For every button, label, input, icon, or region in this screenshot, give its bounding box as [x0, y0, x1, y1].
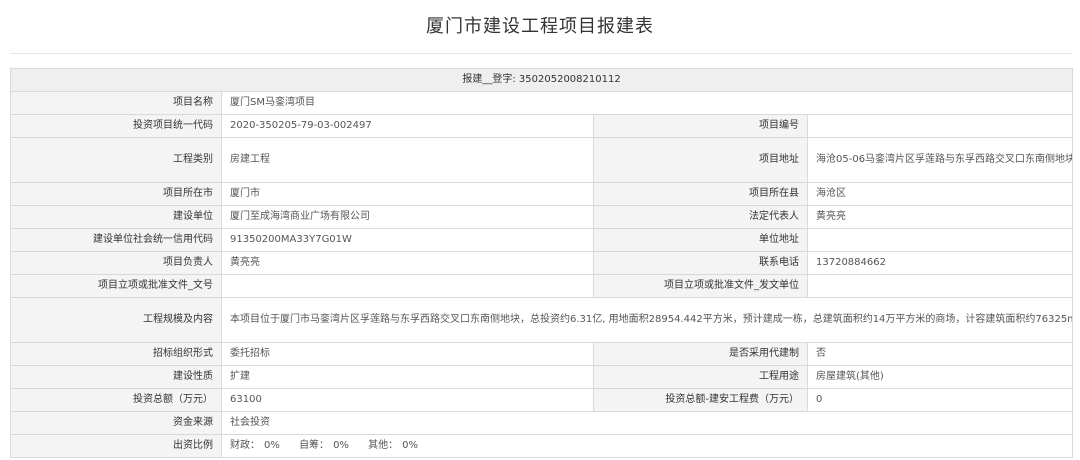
- fund-source-value: 社会投资: [220, 411, 1074, 435]
- install-cost-label: 投资总额-建安工程费（万元）: [593, 388, 808, 412]
- manager-value: 黄亮亮: [221, 251, 594, 275]
- total-invest-label: 投资总额（万元）: [10, 388, 222, 412]
- table-row: 建设单位社会统一信用代码 91350200MA33Y7G01W 单位地址: [10, 228, 1074, 252]
- legal-rep-value: 黄亮亮: [806, 205, 1074, 229]
- self-value: 0%: [333, 440, 349, 451]
- credit-code-label: 建设单位社会统一信用代码: [10, 228, 222, 252]
- investment-code-value: 2020-350205-79-03-002497: [221, 114, 594, 138]
- usage-label: 工程用途: [593, 365, 808, 389]
- unit-address-value: [806, 228, 1074, 252]
- total-invest-value: 63100: [221, 388, 594, 412]
- table-row: 建设单位 厦门至成海湾商业广场有限公司 法定代表人 黄亮亮: [10, 205, 1074, 229]
- project-type-value: 房建工程: [221, 137, 594, 183]
- table-row: 出资比例 财政： 0% 自筹： 0% 其他： 0%: [10, 434, 1074, 458]
- table-row: 建设性质 扩建 工程用途 房屋建筑(其他): [10, 365, 1074, 389]
- self-label: 自筹：: [299, 440, 330, 451]
- registration-sep: __: [482, 74, 493, 85]
- other-value: 0%: [402, 440, 418, 451]
- table-row: 项目立项或批准文件_文号 项目立项或批准文件_发文单位: [10, 274, 1074, 298]
- investment-code-label: 投资项目统一代码: [10, 114, 222, 138]
- scale-label: 工程规模及内容: [10, 297, 222, 343]
- manager-label: 项目负责人: [10, 251, 222, 275]
- table-row: 招标组织形式 委托招标 是否采用代建制 否: [10, 342, 1074, 366]
- install-cost-value: 0: [806, 388, 1074, 412]
- ratio-value: 财政： 0% 自筹： 0% 其他： 0%: [220, 434, 1074, 458]
- project-no-label: 项目编号: [593, 114, 808, 138]
- approval-doc-no-value: [221, 274, 594, 298]
- title-divider: [10, 53, 1072, 54]
- unit-address-label: 单位地址: [593, 228, 808, 252]
- phone-label: 联系电话: [593, 251, 808, 275]
- usage-value: 房屋建筑(其他): [806, 365, 1074, 389]
- agent-system-value: 否: [806, 342, 1074, 366]
- other-label: 其他：: [368, 440, 399, 451]
- project-name-value: 厦门SM马銮湾项目: [220, 91, 1074, 115]
- table-row: 项目负责人 黄亮亮 联系电话 13720884662: [10, 251, 1074, 275]
- phone-value: 13720884662: [806, 251, 1074, 275]
- project-registration-table: 报建__登字: 3502052008210112 项目名称 厦门SM马銮湾项目 …: [9, 68, 1074, 458]
- county-label: 项目所在县: [593, 182, 808, 206]
- scale-value: 本项目位于厦门市马銮湾片区孚莲路与东孚西路交叉口东南侧地块，总投资约6.31亿,…: [220, 297, 1074, 343]
- approval-doc-unit-label: 项目立项或批准文件_发文单位: [593, 274, 808, 298]
- project-address-label: 项目地址: [593, 137, 808, 183]
- page-title: 厦门市建设工程项目报建表: [426, 16, 654, 37]
- fiscal-value: 0%: [264, 440, 280, 451]
- table-row: 项目名称 厦门SM马銮湾项目: [10, 91, 1074, 115]
- table-row: 资金来源 社会投资: [10, 411, 1074, 435]
- nature-label: 建设性质: [10, 365, 222, 389]
- tender-form-value: 委托招标: [221, 342, 594, 366]
- table-row: 项目所在市 厦门市 项目所在县 海沧区: [10, 182, 1074, 206]
- tender-form-label: 招标组织形式: [10, 342, 222, 366]
- city-label: 项目所在市: [10, 182, 222, 206]
- project-address-value: 海沧05-06马銮湾片区孚莲路与东孚西路交叉口东南侧地块: [806, 137, 1074, 183]
- project-name-label: 项目名称: [10, 91, 222, 115]
- registration-value: 3502052008210112: [518, 74, 621, 85]
- table-row: 投资项目统一代码 2020-350205-79-03-002497 项目编号: [10, 114, 1074, 138]
- project-type-label: 工程类别: [10, 137, 222, 183]
- approval-doc-unit-value: [806, 274, 1074, 298]
- registration-number: 报建__登字: 3502052008210112: [9, 68, 1074, 92]
- credit-code-value: 91350200MA33Y7G01W: [221, 228, 594, 252]
- registration-row: 报建__登字: 3502052008210112: [9, 68, 1074, 92]
- approval-doc-no-label: 项目立项或批准文件_文号: [10, 274, 222, 298]
- county-value: 海沧区: [806, 182, 1074, 206]
- agent-system-label: 是否采用代建制: [593, 342, 808, 366]
- nature-value: 扩建: [221, 365, 594, 389]
- fiscal-label: 财政：: [230, 440, 260, 451]
- builder-label: 建设单位: [10, 205, 222, 229]
- ratio-label: 出资比例: [10, 434, 222, 458]
- registration-label: 报建: [462, 74, 483, 85]
- fund-source-label: 资金来源: [10, 411, 222, 435]
- legal-rep-label: 法定代表人: [593, 205, 808, 229]
- table-row: 工程规模及内容 本项目位于厦门市马銮湾片区孚莲路与东孚西路交叉口东南侧地块，总投…: [10, 297, 1074, 343]
- registration-label2: 登字:: [492, 74, 516, 85]
- city-value: 厦门市: [221, 182, 594, 206]
- table-row: 工程类别 房建工程 项目地址 海沧05-06马銮湾片区孚莲路与东孚西路交叉口东南…: [10, 137, 1074, 183]
- table-row: 投资总额（万元） 63100 投资总额-建安工程费（万元） 0: [10, 388, 1074, 412]
- builder-value: 厦门至成海湾商业广场有限公司: [221, 205, 594, 229]
- project-no-value: [806, 114, 1074, 138]
